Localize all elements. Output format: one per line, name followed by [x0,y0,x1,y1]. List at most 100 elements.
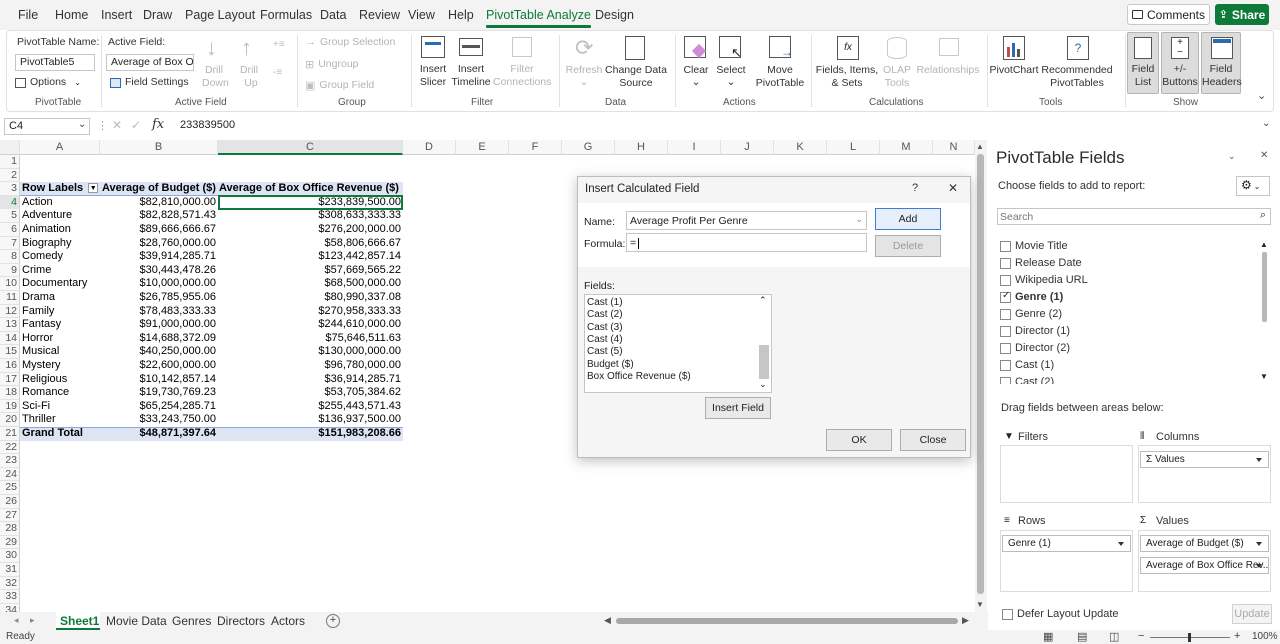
tab-view[interactable]: View [408,8,435,22]
budget-cell[interactable]: $39,914,285.71 [100,250,218,264]
pivot-field-item[interactable]: Wikipedia URL [1000,274,1088,286]
column-header-f[interactable]: F [509,140,562,155]
pane-options-icon[interactable]: ⌄ [1228,151,1236,162]
chevron-down-icon[interactable]: ⌄ [78,119,86,130]
genre-cell[interactable]: Religious [22,373,100,387]
row-header[interactable]: 23 [0,454,20,468]
genre-cell[interactable]: Animation [22,223,100,237]
field-list-scroll-thumb[interactable] [1262,252,1267,322]
budget-cell[interactable]: $30,443,478.26 [100,264,218,278]
options-button[interactable]: Options ⌄ [15,76,81,89]
normal-view-icon[interactable]: ▦ [1043,630,1053,643]
scroll-left-icon[interactable]: ◀ [604,615,611,626]
scroll-up-icon[interactable]: ▲ [1260,240,1268,249]
row-header[interactable]: 3 [0,182,20,196]
checked-checkbox-icon[interactable]: ✓ [1000,290,1011,303]
column-header-e[interactable]: E [456,140,509,155]
genre-cell[interactable]: Sci-Fi [22,400,100,414]
revenue-cell[interactable]: $255,443,571.43 [218,400,403,414]
expand-field-icon[interactable]: +≡ [273,39,285,50]
scroll-up-icon[interactable]: ⌃ [759,295,767,306]
pivottable-name-input[interactable]: PivotTable5 [15,54,95,71]
genre-cell[interactable]: Drama [22,291,100,305]
page-layout-view-icon[interactable]: ▤ [1077,630,1087,643]
revenue-header[interactable]: Average of Box Office Revenue ($) [219,182,403,196]
row-header[interactable]: 26 [0,495,20,509]
column-header-b[interactable]: B [100,140,218,155]
revenue-cell[interactable]: $68,500,000.00 [218,277,403,291]
tab-file[interactable]: File [18,8,38,22]
revenue-cell[interactable]: $270,958,333.33 [218,305,403,319]
revenue-cell[interactable]: $58,806,666.67 [218,237,403,251]
zoom-slider-thumb[interactable] [1188,633,1191,642]
collapse-field-icon[interactable]: -≡ [273,67,282,78]
pivotchart-button[interactable]: PivotChart [989,33,1039,93]
row-header[interactable]: 27 [0,508,20,523]
select-all-corner[interactable] [0,140,20,155]
add-button[interactable]: Add [875,208,941,230]
genre-cell[interactable]: Action [22,196,100,210]
vertical-scrollbar[interactable]: ▲ ▼ [975,140,987,612]
revenue-cell[interactable]: $80,990,337.08 [218,291,403,305]
select-button[interactable]: ↖ Select ⌄ [715,33,747,93]
row-header[interactable]: 12 [0,304,20,319]
tools-dropdown[interactable]: ⚙ ⌄ [1236,176,1270,196]
selected-cell-c4[interactable] [218,195,403,210]
genre-cell[interactable]: Documentary [22,277,100,291]
update-button[interactable]: Update [1232,604,1272,624]
tab-draw[interactable]: Draw [143,8,172,22]
close-icon[interactable]: ✕ [948,181,958,195]
genre-cell[interactable]: Biography [22,237,100,251]
plus-minus-buttons-button[interactable]: + − +/- Buttons [1161,32,1199,94]
budget-cell[interactable]: $19,730,769.23 [100,386,218,400]
checkbox[interactable] [1000,257,1011,269]
recommended-pivottables-button[interactable]: ? Recommended PivotTables [1039,33,1115,93]
scroll-up-icon[interactable]: ▲ [976,142,984,151]
formula-field[interactable]: = [626,233,867,252]
zoom-level[interactable]: 100% [1252,631,1278,642]
row-header[interactable]: 29 [0,535,20,550]
expand-formula-icon[interactable]: ⌄ [1262,118,1270,129]
row-header[interactable]: 34 [0,603,20,612]
relationships-button[interactable]: Relationships [913,33,983,93]
row-labels-header[interactable]: Row Labels ▼ [22,182,100,196]
filter-dropdown-icon[interactable]: ▼ [88,183,99,194]
columns-area[interactable]: Σ Values [1138,445,1271,503]
insert-slicer-button[interactable]: Insert Slicer [415,33,451,93]
move-pivottable-button[interactable]: → Move PivotTable [751,33,809,93]
fields-scroll-thumb[interactable] [759,345,769,379]
budget-cell[interactable]: $10,142,857.14 [100,373,218,387]
row-header[interactable]: 18 [0,386,20,400]
genre-cell[interactable]: Family [22,305,100,319]
tab-data[interactable]: Data [320,8,346,22]
pane-close-icon[interactable]: ✕ [1260,150,1268,161]
active-field-input[interactable]: Average of Box Office [106,54,194,71]
field-list-scrollbar[interactable]: ▲ ▼ [1260,240,1270,382]
budget-cell[interactable]: $82,828,571.43 [100,209,218,223]
column-header-j[interactable]: J [721,140,774,155]
tab-home[interactable]: Home [55,8,88,22]
chevron-down-icon[interactable]: ⌄ [855,214,863,225]
column-header-g[interactable]: G [562,140,615,155]
scroll-down-icon[interactable]: ⌄ [759,379,767,390]
column-header-d[interactable]: D [403,140,456,155]
sheet-tab-actors[interactable]: Actors [271,614,305,628]
comments-button[interactable]: Comments [1127,4,1210,25]
row-header[interactable]: 17 [0,372,20,387]
insert-timeline-button[interactable]: Insert Timeline [451,33,491,93]
prev-sheet-icon[interactable]: ◂ [14,615,19,626]
sheet-tab-directors[interactable]: Directors [217,614,265,628]
budget-cell[interactable]: $26,785,955.06 [100,291,218,305]
pivot-field-item[interactable]: Director (1) [1000,325,1070,337]
genre-cell[interactable]: Comedy [22,250,100,264]
budget-cell[interactable]: $22,600,000.00 [100,359,218,373]
row-header[interactable]: 2 [0,168,20,183]
revenue-cell[interactable]: $136,937,500.00 [218,413,403,427]
checkbox[interactable] [1000,376,1011,384]
pivot-field-item[interactable]: Movie Title [1000,240,1068,252]
row-header[interactable]: 1 [0,155,20,169]
genre-cell[interactable]: Thriller [22,413,100,427]
genre-cell[interactable]: Mystery [22,359,100,373]
budget-cell[interactable]: $89,666,666.67 [100,223,218,237]
column-header-i[interactable]: I [668,140,721,155]
